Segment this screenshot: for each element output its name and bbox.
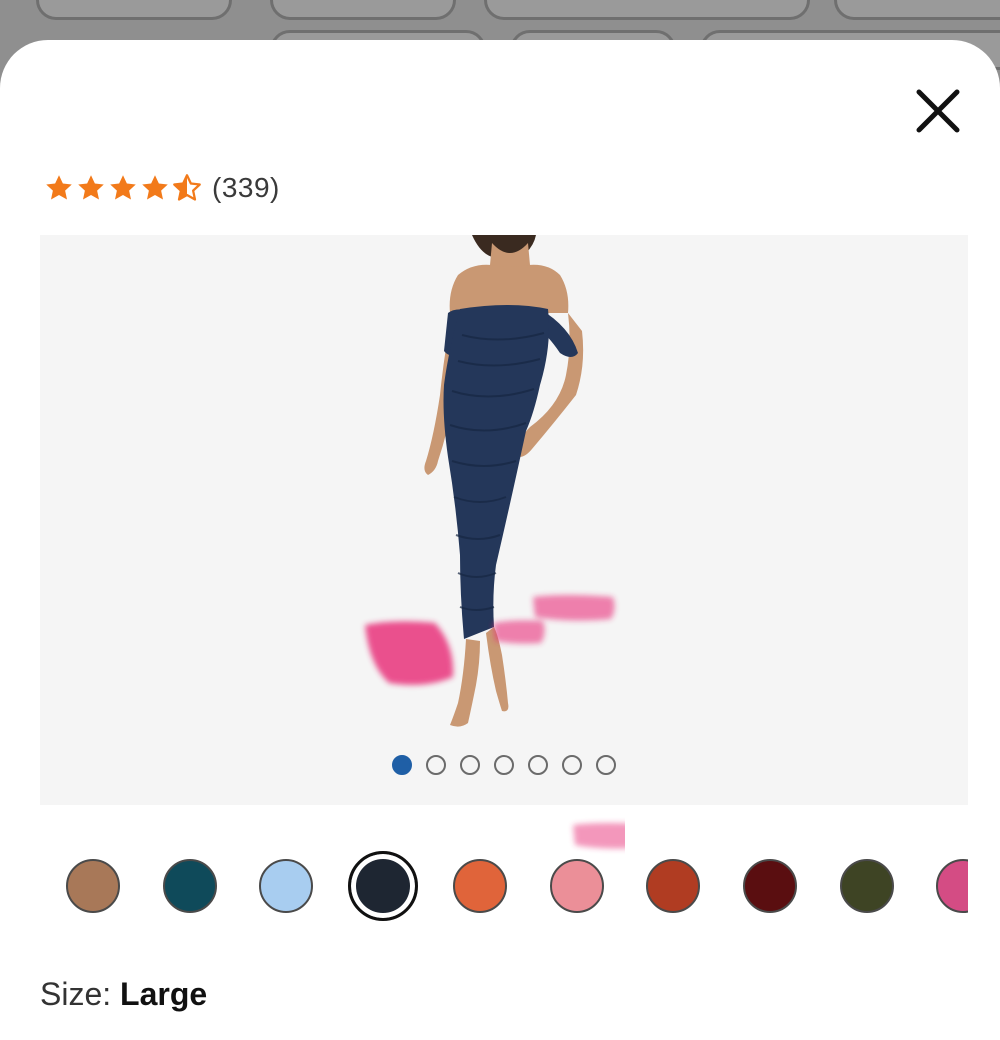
product-rating[interactable]: (339) [44,166,280,210]
color-swatch-magenta[interactable] [936,859,968,913]
color-swatch-burgundy[interactable] [743,859,797,913]
background-chip [834,0,1000,20]
rating-count: (339) [212,172,280,203]
background-chip [270,0,456,20]
carousel-dot[interactable] [392,755,412,775]
star-icon [110,175,136,200]
color-swatch-olive[interactable] [840,859,894,913]
background-chip [484,0,810,20]
close-icon [916,89,960,133]
carousel-dot[interactable] [528,755,548,775]
star-rating [44,173,202,203]
star-icon [46,175,72,200]
color-swatch-list [40,845,968,935]
half-star-icon [173,174,201,201]
color-swatch-light-blue[interactable] [259,859,313,913]
carousel-dot[interactable] [596,755,616,775]
carousel-dot[interactable] [562,755,582,775]
color-swatch-orange[interactable] [453,859,507,913]
star-icon [78,175,104,200]
carousel-dot[interactable] [494,755,514,775]
carousel-dot[interactable] [460,755,480,775]
close-button[interactable] [907,80,969,142]
color-swatch-teal[interactable] [163,859,217,913]
background-chip [36,0,232,20]
star-icon [142,175,168,200]
carousel-dot[interactable] [426,755,446,775]
color-swatch-brown[interactable] [66,859,120,913]
product-image-carousel[interactable] [40,235,968,805]
color-swatch-navy[interactable] [348,851,418,921]
size-selector-label: Size: Large [40,976,207,1013]
size-value: Large [120,976,208,1012]
size-label: Size: [40,976,121,1012]
product-image [424,235,584,727]
color-swatch-pink[interactable] [550,859,604,913]
color-swatch-rust[interactable] [646,859,700,913]
carousel-pagination [40,755,968,775]
